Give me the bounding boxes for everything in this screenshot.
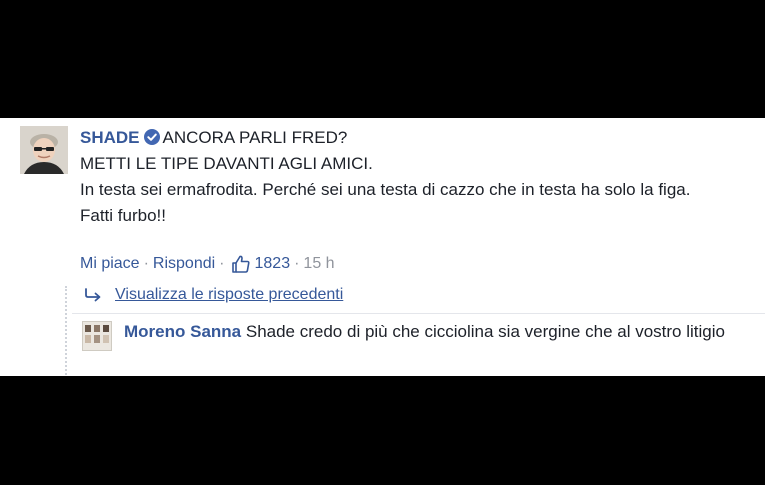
comment-line-3: In testa sei ermafrodita. Perché sei una… bbox=[80, 180, 691, 199]
separator: · bbox=[294, 255, 300, 272]
reply-author[interactable]: Moreno Sanna bbox=[124, 322, 241, 341]
verified-badge-icon bbox=[143, 127, 160, 145]
thumbs-up-icon[interactable] bbox=[231, 254, 251, 274]
comment-header: SHADE ANCORA PARLI FRED? bbox=[80, 125, 745, 151]
reply-avatar-image bbox=[83, 322, 111, 350]
like-button[interactable]: Mi piace bbox=[80, 255, 140, 273]
view-previous-replies-link[interactable]: Visualizza le risposte precedenti bbox=[115, 286, 343, 304]
comment-author[interactable]: SHADE bbox=[80, 128, 140, 147]
comment-line-4: Fatti furbo!! bbox=[80, 206, 166, 225]
reply-button[interactable]: Rispondi bbox=[153, 255, 215, 273]
reply-arrow-icon bbox=[85, 288, 101, 302]
comment-body: SHADE ANCORA PARLI FRED? METTI LE TIPE DA… bbox=[80, 125, 745, 229]
avatar[interactable] bbox=[20, 126, 68, 174]
comment-line-2: METTI LE TIPE DAVANTI AGLI AMICI. bbox=[80, 154, 373, 173]
comment-panel: SHADE ANCORA PARLI FRED? METTI LE TIPE DA… bbox=[0, 118, 765, 376]
like-count[interactable]: 1823 bbox=[255, 255, 291, 273]
divider bbox=[72, 313, 765, 314]
reply-text: Shade credo di più che cicciolina sia ve… bbox=[245, 322, 725, 341]
separator: · bbox=[143, 255, 149, 272]
avatar-image bbox=[20, 126, 68, 174]
comment-actions: Mi piace · Rispondi · 1823 · 15 h bbox=[80, 254, 335, 274]
separator: · bbox=[219, 255, 225, 272]
comment-timestamp[interactable]: 15 h bbox=[303, 255, 334, 273]
view-previous-replies[interactable]: Visualizza le risposte precedenti bbox=[84, 286, 343, 304]
reply-body: Moreno Sanna Shade credo di più che cicc… bbox=[124, 319, 725, 345]
reply-thread-rail bbox=[65, 286, 69, 376]
reply-avatar[interactable] bbox=[82, 321, 112, 351]
comment-line-1: ANCORA PARLI FRED? bbox=[162, 128, 348, 147]
